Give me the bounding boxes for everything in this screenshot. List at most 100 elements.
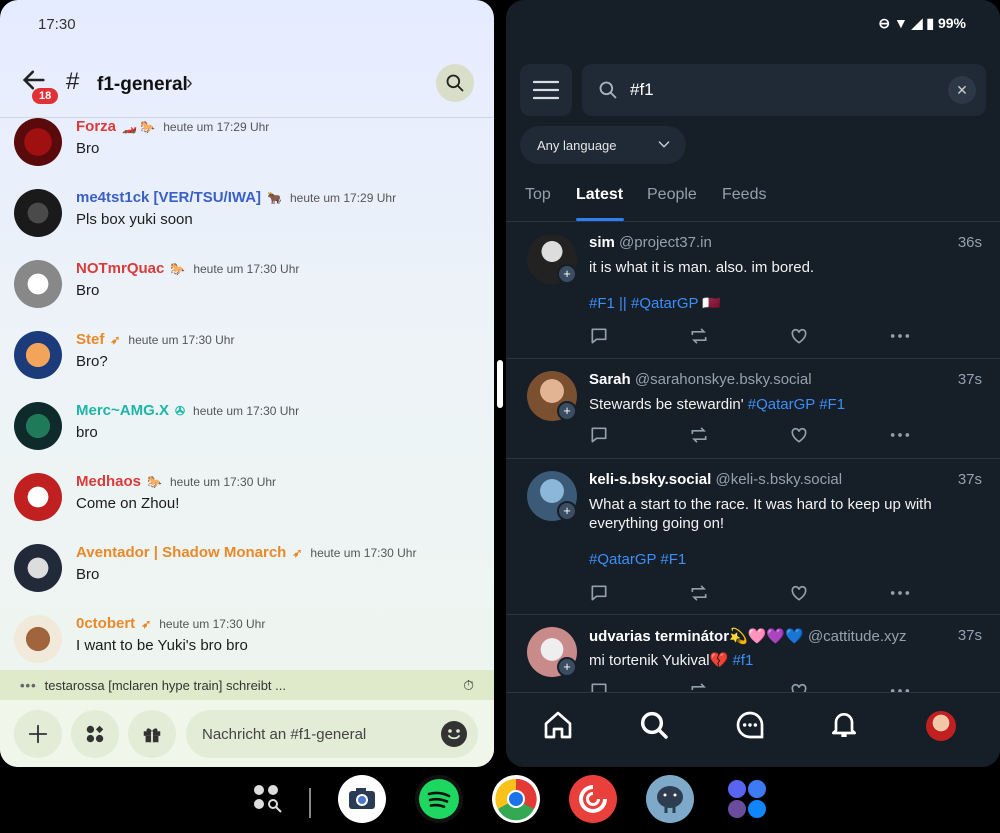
follow-plus-icon[interactable]: + [557, 264, 577, 284]
username[interactable]: Stef ➶ heute um 17:30 Uhr [76, 331, 234, 348]
tab-top[interactable]: Top [525, 186, 551, 204]
user-avatar[interactable] [14, 331, 62, 379]
apps-button[interactable] [71, 710, 119, 758]
message-item[interactable]: NOTmrQuac 🐎 heute um 17:30 Uhr Bro [0, 260, 494, 331]
username[interactable]: Medhaos 🐎 heute um 17:30 Uhr [76, 473, 276, 490]
follow-plus-icon[interactable]: + [557, 501, 577, 521]
post-header[interactable]: keli-s.bsky.social @keli-s.bsky.social [589, 471, 842, 488]
message-item[interactable]: Aventador | Shadow Monarch ➶ heute um 17:3… [0, 544, 494, 615]
spotify-app-icon[interactable] [415, 775, 463, 823]
notifications-button[interactable] [828, 709, 862, 743]
reply-icon[interactable] [589, 583, 609, 603]
username[interactable]: Forza 🏎️ 🐎 heute um 17:29 Uhr [76, 118, 269, 135]
message-item[interactable]: Forza 🏎️ 🐎 heute um 17:29 Uhr Bro [0, 118, 494, 189]
user-avatar[interactable] [14, 118, 62, 166]
search-query[interactable]: #f1 [630, 80, 654, 100]
hashtags[interactable]: #QatarGP #F1 [589, 551, 686, 568]
chat-icon [736, 711, 764, 739]
handle: @project37.in [619, 234, 712, 251]
tab-people[interactable]: People [647, 186, 697, 204]
role-icon: ➶ [110, 333, 121, 347]
channel-name[interactable]: f1-general [97, 74, 188, 96]
app-drawer-icon[interactable] [244, 775, 292, 823]
search-nav-button[interactable] [638, 709, 672, 743]
more-icon[interactable] [889, 326, 911, 346]
like-icon[interactable] [789, 583, 809, 603]
post-body: Stewards be stewardin' [589, 396, 744, 413]
post-header[interactable]: udvarias terminátor💫🩷💜💙 @cattitude.xyz [589, 627, 907, 645]
language-value: Any language [537, 138, 617, 153]
hashtags[interactable]: #f1 [732, 652, 753, 669]
message-item[interactable]: me4tst1ck [VER/TSU/IWA] 🐂 heute um 17:29 U… [0, 189, 494, 260]
post-item[interactable]: + keli-s.bsky.social @keli-s.bsky.social 3… [506, 459, 1000, 615]
user-avatar[interactable] [14, 260, 62, 308]
like-icon[interactable] [789, 425, 809, 445]
emoji-icon[interactable] [441, 721, 467, 747]
menu-button[interactable] [520, 64, 572, 116]
chrome-app-icon[interactable] [492, 775, 540, 823]
search-button[interactable] [436, 64, 474, 102]
hashtags[interactable]: #F1 || #QatarGP 🇶🇦 [589, 294, 721, 312]
clear-search-button[interactable]: ✕ [948, 76, 976, 104]
message-text: Pls box yuki soon [76, 211, 193, 228]
user-avatar[interactable] [14, 615, 62, 663]
repost-icon[interactable] [689, 425, 709, 445]
composer [0, 700, 494, 767]
message-text: I want to be Yuki's bro bro [76, 637, 248, 654]
plus-icon [28, 724, 48, 744]
user-avatar[interactable] [14, 544, 62, 592]
message-text: bro [76, 424, 98, 441]
timestamp: heute um 17:29 Uhr [163, 120, 270, 134]
message-input[interactable] [186, 710, 478, 758]
language-select[interactable]: Any language [520, 126, 686, 164]
user-avatar[interactable] [14, 402, 62, 450]
username[interactable]: Aventador | Shadow Monarch ➶ heute um 17:3… [76, 544, 416, 561]
pocket-casts-app-icon[interactable] [569, 775, 617, 823]
status-time: 17:30 [38, 16, 76, 33]
username[interactable]: NOTmrQuac 🐎 heute um 17:30 Uhr [76, 260, 299, 277]
post-header[interactable]: Sarah @sarahonskye.bsky.social [589, 371, 812, 388]
like-icon[interactable] [789, 326, 809, 346]
bell-icon [832, 713, 856, 737]
more-icon[interactable] [889, 583, 911, 603]
message-item[interactable]: Merc~AMG.X ✇ heute um 17:30 Uhr bro [0, 402, 494, 473]
tab-feeds[interactable]: Feeds [722, 186, 766, 204]
message-item[interactable]: Medhaos 🐎 heute um 17:30 Uhr Come on Zhou! [0, 473, 494, 544]
camera-app-icon[interactable] [338, 775, 386, 823]
repost-icon[interactable] [689, 583, 709, 603]
user-avatar[interactable] [14, 473, 62, 521]
username[interactable]: me4tst1ck [VER/TSU/IWA] 🐂 heute um 17:29 U… [76, 189, 396, 206]
message-item[interactable]: Stef ➶ heute um 17:30 Uhr Bro? [0, 331, 494, 402]
username[interactable]: 0ctobert ➶ heute um 17:30 Uhr [76, 615, 265, 632]
post-actions [589, 583, 911, 603]
typing-dots: ••• [20, 678, 37, 693]
battery-level: 99% [937, 15, 966, 31]
hashtags[interactable]: #QatarGP #F1 [748, 396, 845, 413]
user-avatar[interactable] [14, 189, 62, 237]
timestamp: heute um 17:30 Uhr [169, 475, 277, 489]
home-button[interactable] [542, 709, 576, 743]
follow-plus-icon[interactable]: + [557, 401, 577, 421]
reply-icon[interactable] [589, 326, 609, 346]
mastodon-app-icon[interactable] [646, 775, 694, 823]
split-screen-handle[interactable] [497, 360, 503, 408]
follow-plus-icon[interactable]: + [557, 657, 577, 677]
post-item[interactable]: + Sarah @sarahonskye.bsky.social 37s Stewar… [506, 359, 1000, 459]
search-field[interactable]: #f1 ✕ [582, 64, 986, 116]
tab-latest[interactable]: Latest [576, 186, 623, 204]
post-item[interactable]: + udvarias terminátor💫🩷💜💙 @cattitude.xyz 3… [506, 615, 1000, 699]
profile-avatar[interactable] [926, 711, 956, 741]
post-header[interactable]: sim @project37.in [589, 234, 712, 251]
post-item[interactable]: + sim @project37.in 36s it is what it is ma… [506, 222, 1000, 359]
reply-icon[interactable] [589, 425, 609, 445]
gift-button[interactable] [128, 710, 176, 758]
username[interactable]: Merc~AMG.X ✇ heute um 17:30 Uhr [76, 402, 299, 419]
app-folder-icon[interactable] [723, 775, 771, 823]
repost-icon[interactable] [689, 326, 709, 346]
more-icon[interactable] [889, 425, 911, 445]
chat-button[interactable] [734, 709, 768, 743]
hash-icon: # [66, 68, 80, 95]
add-attachment-button[interactable] [14, 710, 62, 758]
display-name: sim [589, 234, 615, 251]
chevron-right-icon[interactable]: › [186, 72, 193, 95]
